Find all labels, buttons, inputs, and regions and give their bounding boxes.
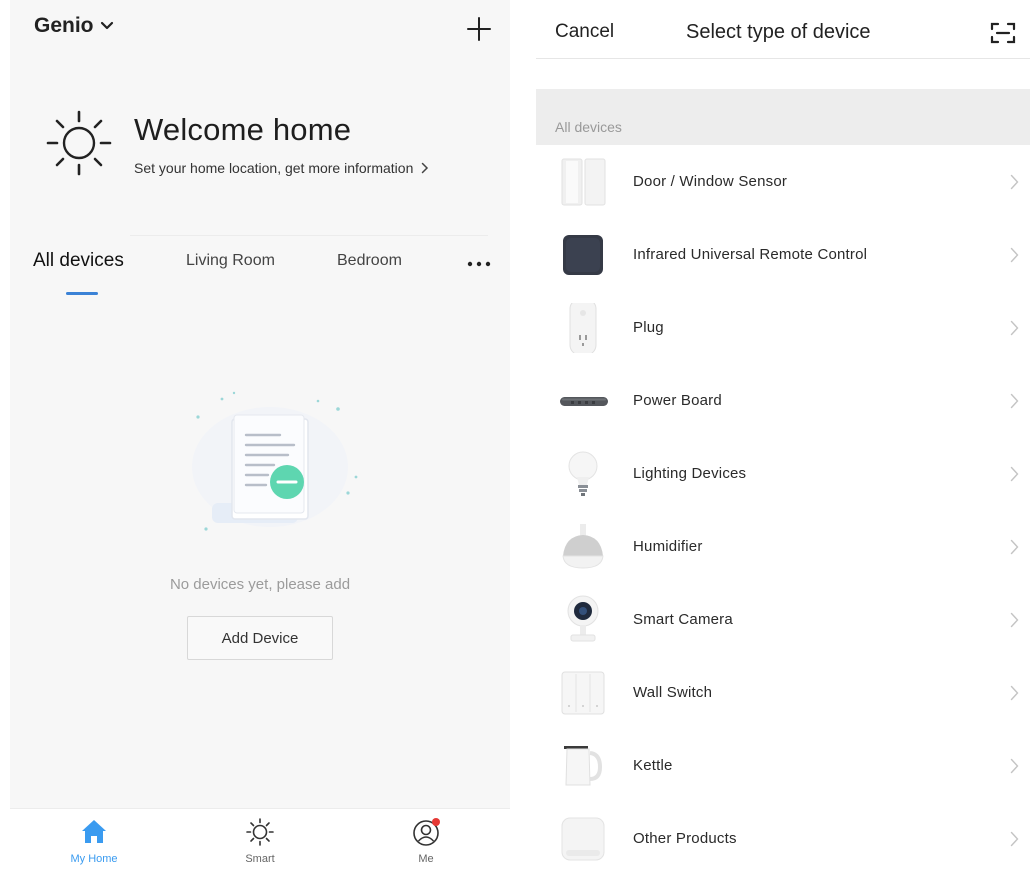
room-tabs: All devices Living Room Bedroom xyxy=(10,250,510,300)
empty-state-message: No devices yet, please add xyxy=(169,576,351,593)
device-row-wall-switch[interactable]: Wall Switch xyxy=(536,656,1030,729)
device-row-plug[interactable]: Plug xyxy=(536,291,1030,364)
bulb-icon xyxy=(568,451,598,496)
welcome-title: Welcome home xyxy=(134,112,352,147)
device-row-power-board[interactable]: Power Board xyxy=(536,364,1030,437)
section-header: All devices xyxy=(536,89,1030,145)
device-row-ir-remote[interactable]: Infrared Universal Remote Control xyxy=(536,218,1030,291)
device-name: Plug xyxy=(633,319,664,336)
plus-icon[interactable] xyxy=(466,16,492,42)
nav-me[interactable]: Me xyxy=(376,817,476,869)
chevron-right-icon xyxy=(1010,320,1019,336)
nav-label-smart: Smart xyxy=(245,853,275,865)
plug-icon xyxy=(569,303,597,353)
device-row-kettle[interactable]: Kettle xyxy=(536,729,1030,802)
chevron-right-icon xyxy=(1010,174,1019,190)
header-divider xyxy=(536,58,1030,59)
more-icon[interactable] xyxy=(466,260,492,268)
nav-smart[interactable]: Smart xyxy=(210,817,310,869)
tab-bedroom[interactable]: Bedroom xyxy=(337,252,402,270)
active-tab-indicator xyxy=(66,292,98,295)
sun-icon xyxy=(246,818,274,846)
home-selector[interactable]: Genio xyxy=(34,14,114,38)
device-name: Smart Camera xyxy=(633,611,733,628)
device-row-lighting[interactable]: Lighting Devices xyxy=(536,437,1030,510)
device-row-door-window-sensor[interactable]: Door / Window Sensor xyxy=(536,145,1030,218)
tab-all-devices[interactable]: All devices xyxy=(33,250,124,272)
chevron-right-icon xyxy=(1010,466,1019,482)
device-row-other-products[interactable]: Other Products xyxy=(536,802,1030,870)
empty-devices-illustration xyxy=(192,391,358,531)
device-name: Infrared Universal Remote Control xyxy=(633,246,868,263)
tab-living-room[interactable]: Living Room xyxy=(186,252,275,270)
power-board-icon xyxy=(560,397,608,406)
nav-label-me: Me xyxy=(418,853,434,865)
device-name: Door / Window Sensor xyxy=(633,173,788,190)
profile-icon xyxy=(413,818,440,846)
notification-badge xyxy=(432,818,440,826)
device-name: Wall Switch xyxy=(633,684,713,701)
bottom-nav: My Home Smart Me xyxy=(10,808,510,870)
divider xyxy=(130,235,488,236)
device-name: Lighting Devices xyxy=(633,465,747,482)
device-type-list: Door / Window Sensor Infrared Universal … xyxy=(536,145,1030,870)
device-name: Other Products xyxy=(633,830,737,847)
nav-my-home[interactable]: My Home xyxy=(44,817,144,869)
home-screen: Genio Welcome home Set your home locatio… xyxy=(10,0,510,870)
kettle-icon xyxy=(564,746,603,786)
ir-remote-icon xyxy=(563,235,603,275)
chevron-right-icon xyxy=(1010,393,1019,409)
wall-switch-icon xyxy=(561,671,605,715)
device-picker-screen: Cancel Select type of device All devices… xyxy=(536,0,1030,870)
chevron-right-icon xyxy=(1010,831,1019,847)
section-label: All devices xyxy=(555,119,622,135)
camera-icon xyxy=(567,595,599,642)
device-name: Power Board xyxy=(633,392,722,409)
chevron-down-icon xyxy=(100,21,113,30)
sun-icon xyxy=(46,110,112,176)
chevron-right-icon xyxy=(422,162,429,174)
scan-icon[interactable] xyxy=(990,21,1016,45)
device-name: Humidifier xyxy=(633,538,703,555)
chevron-right-icon xyxy=(1010,612,1019,628)
other-products-icon xyxy=(561,817,605,861)
humidifier-icon xyxy=(562,524,604,569)
page-title: Select type of device xyxy=(686,21,871,43)
device-row-humidifier[interactable]: Humidifier xyxy=(536,510,1030,583)
chevron-right-icon xyxy=(1010,247,1019,263)
home-location-link[interactable]: Set your home location, get more informa… xyxy=(134,160,429,176)
device-name: Kettle xyxy=(633,757,673,774)
chevron-right-icon xyxy=(1010,758,1019,774)
door-sensor-icon xyxy=(561,158,606,206)
chevron-right-icon xyxy=(1010,685,1019,701)
chevron-right-icon xyxy=(1010,539,1019,555)
add-device-button[interactable]: Add Device xyxy=(187,616,333,660)
nav-label-my-home: My Home xyxy=(70,853,118,865)
house-icon xyxy=(82,820,106,843)
device-row-smart-camera[interactable]: Smart Camera xyxy=(536,583,1030,656)
cancel-button[interactable]: Cancel xyxy=(555,21,614,43)
home-name: Genio xyxy=(34,14,94,37)
welcome-subtitle: Set your home location, get more informa… xyxy=(134,160,414,176)
